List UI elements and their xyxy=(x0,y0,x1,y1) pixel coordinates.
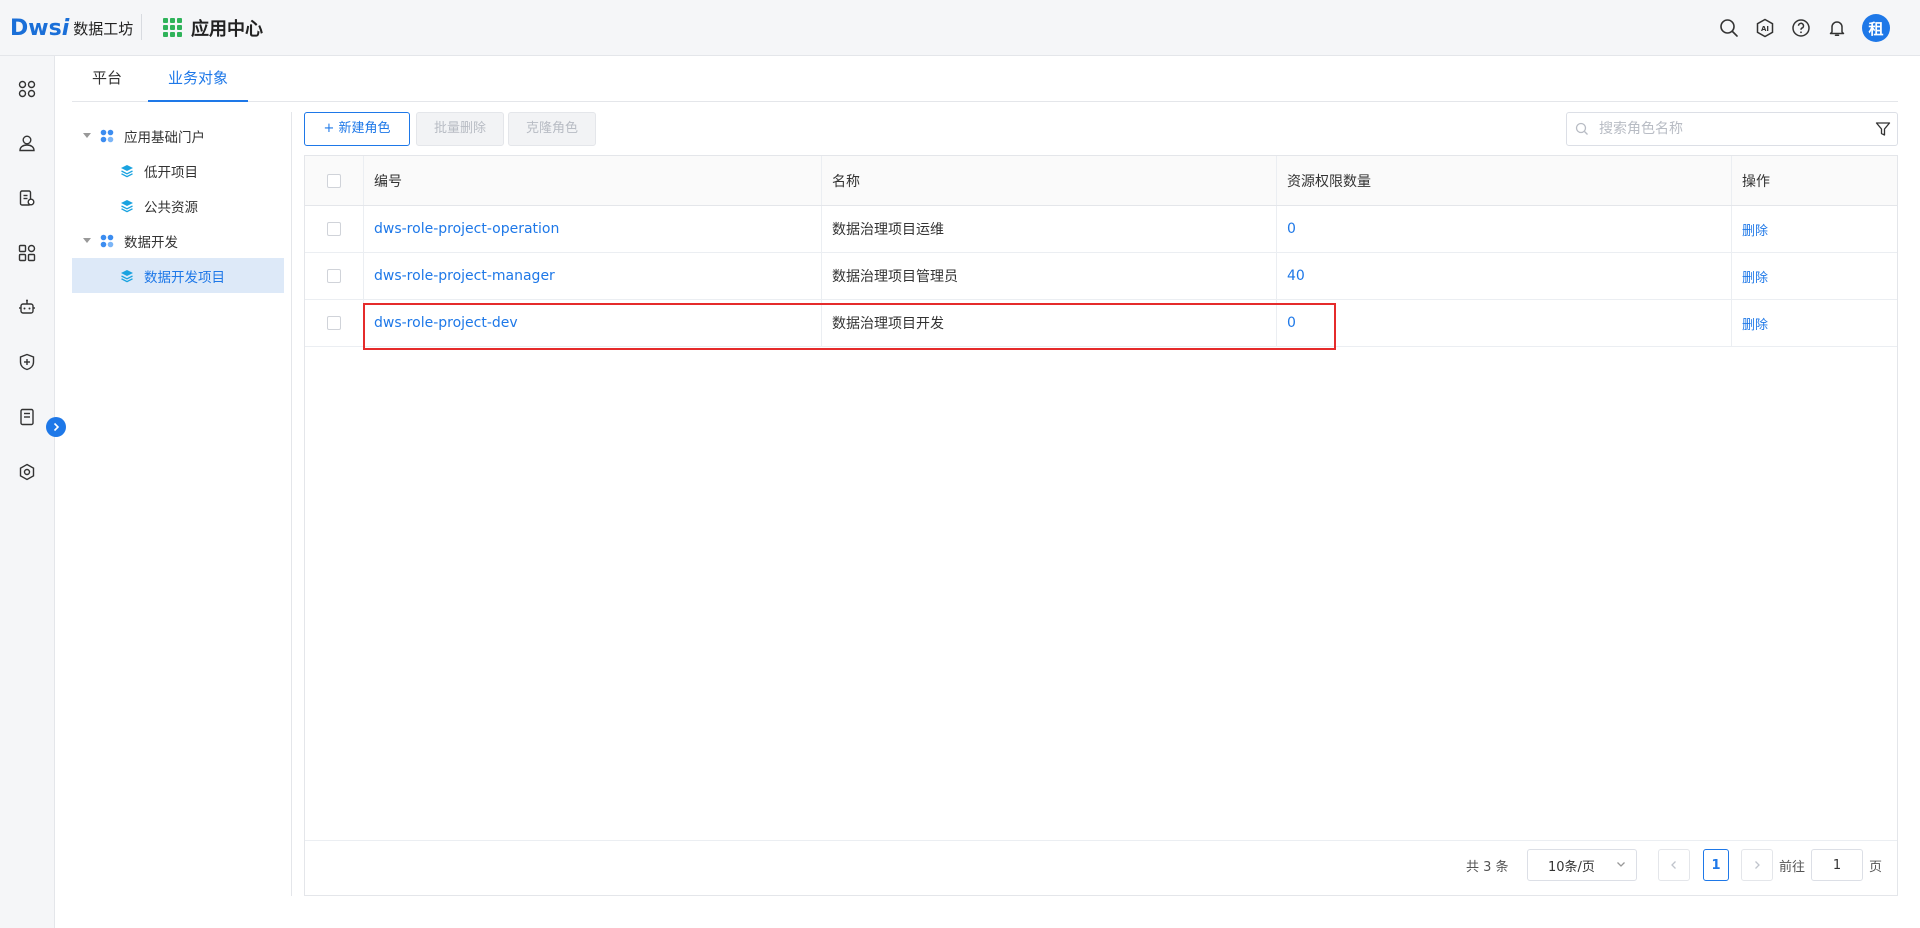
top-header: Dwsi 数据工坊 应用中心 AI 租 xyxy=(0,0,1920,56)
highlight-annotation-box xyxy=(363,303,1336,350)
header-name[interactable]: 名称 xyxy=(821,156,1276,205)
ai-icon[interactable]: AI xyxy=(1754,17,1776,39)
table-header: 编号 名称 资源权限数量 操作 xyxy=(305,156,1897,206)
tree-node-data-dev[interactable]: 数据开发 xyxy=(72,223,284,258)
robot-icon[interactable] xyxy=(16,296,38,318)
perm-count-link[interactable]: 40 xyxy=(1276,253,1731,299)
search-input[interactable] xyxy=(1599,113,1859,145)
document-icon[interactable] xyxy=(16,187,38,209)
row-checkbox[interactable] xyxy=(327,222,341,236)
perm-count-link[interactable]: 0 xyxy=(1276,206,1731,252)
chevron-down-icon xyxy=(1617,862,1625,867)
clipboard-icon[interactable] xyxy=(16,406,38,428)
avatar[interactable]: 租 xyxy=(1862,14,1890,42)
header-code[interactable]: 编号 xyxy=(363,156,821,205)
app-center-button[interactable]: 应用中心 xyxy=(163,14,263,42)
tree-node-lowcode-project[interactable]: 低开项目 xyxy=(72,153,284,188)
tree-node-label: 数据开发 xyxy=(124,234,178,251)
filter-icon[interactable] xyxy=(1875,121,1891,137)
new-role-label: 新建角色 xyxy=(338,121,391,136)
clone-role-button[interactable]: 克隆角色 xyxy=(508,112,596,146)
page-number-current[interactable]: 1 xyxy=(1703,849,1729,881)
role-code-link[interactable]: dws-role-project-operation xyxy=(363,206,821,252)
next-page-button[interactable] xyxy=(1741,849,1773,881)
bell-icon[interactable] xyxy=(1826,17,1848,39)
page-size-select[interactable]: 10条/页 xyxy=(1527,849,1637,881)
settings-hex-icon[interactable] xyxy=(16,461,38,483)
chevron-left-icon xyxy=(1671,861,1676,869)
caret-down-icon[interactable] xyxy=(83,238,91,243)
tree-node-label: 公共资源 xyxy=(144,199,198,216)
tree-node-app-portal[interactable]: 应用基础门户 xyxy=(72,118,284,153)
perm-count-link[interactable]: 0 xyxy=(1276,300,1731,346)
dws-logo[interactable]: Dwsi 数据工坊 xyxy=(10,13,133,43)
group-icon xyxy=(100,234,114,248)
search-box xyxy=(1566,112,1898,146)
modules-icon[interactable] xyxy=(16,242,38,264)
chevron-right-icon xyxy=(1755,861,1760,869)
logo-text: 数据工坊 xyxy=(73,19,134,38)
select-all-checkbox[interactable] xyxy=(327,173,341,188)
pager-total: 共 3 条 xyxy=(1466,860,1509,875)
delete-link[interactable]: 删除 xyxy=(1731,253,1897,299)
plus-icon: + xyxy=(323,121,335,136)
app-center-label: 应用中心 xyxy=(191,19,263,40)
app-grid-icon xyxy=(163,18,183,38)
new-role-button[interactable]: + 新建角色 xyxy=(304,112,410,146)
row-checkbox[interactable] xyxy=(327,316,341,330)
svg-text:AI: AI xyxy=(1761,25,1769,33)
rail-expand-toggle[interactable] xyxy=(46,417,66,437)
caret-down-icon[interactable] xyxy=(83,133,91,138)
pagination: 共 3 条 10条/页 1 前往 页 xyxy=(305,840,1897,896)
tree-node-public-resource[interactable]: 公共资源 xyxy=(72,188,284,223)
layers-icon xyxy=(120,199,134,213)
category-tree: 应用基础门户 低开项目 公共资源 数据开发 数据开发项目 xyxy=(72,118,284,293)
shield-plus-icon[interactable] xyxy=(16,351,38,373)
group-icon xyxy=(100,129,114,143)
goto-page-input[interactable] xyxy=(1811,849,1863,881)
row-checkbox[interactable] xyxy=(327,269,341,283)
header-actions: AI 租 xyxy=(1718,14,1890,42)
help-icon[interactable] xyxy=(1790,17,1812,39)
page-size-value: 10条/页 xyxy=(1548,859,1595,875)
panel-divider xyxy=(291,112,292,896)
prev-page-button[interactable] xyxy=(1658,849,1690,881)
role-table: 编号 名称 资源权限数量 操作 dws-role-project-operati… xyxy=(304,155,1898,896)
search-icon[interactable] xyxy=(1718,17,1740,39)
role-code-link[interactable]: dws-role-project-manager xyxy=(363,253,821,299)
layers-icon xyxy=(120,269,134,283)
table-row: dws-role-project-manager 数据治理项目管理员 40 删除 xyxy=(305,253,1897,300)
header-checkbox-cell xyxy=(305,156,363,205)
tab-platform[interactable]: 平台 xyxy=(72,56,142,102)
logo-mark: Dwsi xyxy=(10,15,70,41)
tree-node-data-dev-project[interactable]: 数据开发项目 xyxy=(72,258,284,293)
left-rail xyxy=(0,56,55,928)
role-name: 数据治理项目管理员 xyxy=(832,269,958,285)
delete-link[interactable]: 删除 xyxy=(1731,206,1897,252)
toolbar: + 新建角色 批量删除 克隆角色 xyxy=(304,112,1898,146)
layers-icon xyxy=(120,164,134,178)
header-perm-count[interactable]: 资源权限数量 xyxy=(1276,156,1731,205)
role-name: 数据治理项目运维 xyxy=(832,222,944,238)
header-action: 操作 xyxy=(1742,173,1770,190)
tree-node-label: 应用基础门户 xyxy=(124,129,205,146)
apps-icon[interactable] xyxy=(16,78,38,100)
batch-delete-button[interactable]: 批量删除 xyxy=(416,112,504,146)
tree-node-label: 数据开发项目 xyxy=(144,269,225,286)
search-icon xyxy=(1575,122,1591,138)
top-tabs: 平台 业务对象 xyxy=(72,56,1898,102)
chevron-right-icon xyxy=(53,422,60,432)
tree-node-label: 低开项目 xyxy=(144,164,198,181)
table-row: dws-role-project-operation 数据治理项目运维 0 删除 xyxy=(305,206,1897,253)
tab-business-object[interactable]: 业务对象 xyxy=(148,56,249,102)
delete-link[interactable]: 删除 xyxy=(1731,300,1897,346)
page-unit-label: 页 xyxy=(1869,860,1883,875)
user-icon[interactable] xyxy=(16,132,38,154)
header-divider xyxy=(141,14,142,40)
goto-label: 前往 xyxy=(1779,860,1806,875)
